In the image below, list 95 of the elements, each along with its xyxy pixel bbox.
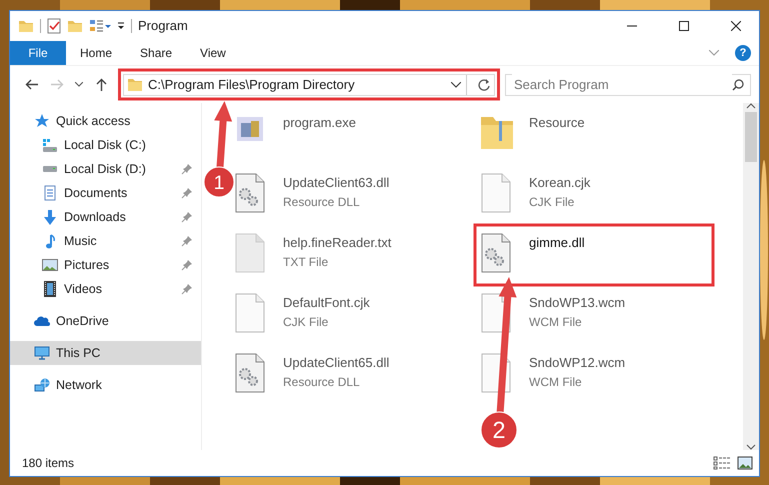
file-name: SndoWP13.wcm bbox=[529, 294, 626, 312]
sidebar-item[interactable]: Downloads bbox=[10, 205, 201, 229]
pin-icon bbox=[181, 187, 193, 199]
details-view-icon[interactable] bbox=[713, 456, 731, 470]
properties-icon[interactable] bbox=[89, 18, 111, 34]
minimize-icon bbox=[627, 25, 637, 27]
help-button[interactable]: ? bbox=[735, 45, 751, 61]
chevron-icon[interactable] bbox=[709, 50, 719, 56]
sidebar-item[interactable]: Documents bbox=[10, 181, 201, 205]
file-name: SndoWP12.wcm bbox=[529, 354, 626, 372]
step-number: 1 bbox=[214, 172, 224, 194]
maximize-icon bbox=[679, 21, 689, 31]
step-marker bbox=[204, 166, 234, 198]
file-name: Korean.cjk bbox=[529, 174, 590, 192]
sidebar-item[interactable]: This PC bbox=[10, 341, 201, 365]
file-icon bbox=[233, 233, 267, 273]
network-icon bbox=[34, 378, 50, 392]
file-name: help.fineReader.txt bbox=[283, 234, 392, 252]
file-icon bbox=[233, 293, 267, 333]
pin-icon bbox=[181, 283, 193, 295]
forward-arrow-icon bbox=[50, 79, 64, 90]
file-type: CJK File bbox=[529, 194, 576, 210]
sidebar-item[interactable]: Pictures bbox=[10, 253, 201, 277]
file-item[interactable]: program.exe bbox=[233, 109, 479, 157]
file-name: Resource bbox=[529, 114, 585, 132]
checklist-icon[interactable] bbox=[47, 18, 61, 34]
pin-icon bbox=[181, 211, 193, 223]
file-type: Resource DLL bbox=[283, 374, 361, 390]
file-item[interactable]: Resource bbox=[479, 109, 725, 157]
film-icon bbox=[44, 281, 56, 297]
gear-file-icon bbox=[233, 353, 267, 393]
file-item[interactable]: help.fineReader.txt TXT File bbox=[233, 229, 479, 277]
scrollbar-thumb[interactable] bbox=[745, 112, 757, 162]
sidebar-item[interactable]: Local Disk (C:) bbox=[10, 133, 201, 157]
pin-icon bbox=[181, 163, 193, 175]
picture-icon bbox=[42, 259, 58, 271]
file-item[interactable]: UpdateClient63.dll Resource DLL bbox=[233, 169, 479, 217]
file-item[interactable]: gimme.dll bbox=[479, 229, 725, 277]
scroll-up-icon bbox=[746, 103, 756, 109]
large-icons-view-icon[interactable] bbox=[737, 456, 753, 470]
file-name: DefaultFont.cjk bbox=[283, 294, 370, 312]
address-path: C:\Program Files\Program Directory bbox=[148, 76, 355, 94]
file-name: UpdateClient63.dll bbox=[283, 174, 390, 192]
file-item[interactable]: UpdateClient65.dll Resource DLL bbox=[233, 349, 479, 397]
search-field[interactable]: Search Program bbox=[505, 74, 751, 96]
scrollbar[interactable] bbox=[743, 103, 759, 450]
monitor-icon bbox=[34, 346, 50, 360]
document-icon bbox=[44, 185, 56, 201]
folder-icon bbox=[127, 78, 143, 92]
window-title: Program bbox=[138, 17, 188, 36]
step-number: 2 bbox=[492, 417, 506, 444]
step-marker bbox=[480, 412, 518, 448]
file-type: TXT File bbox=[283, 254, 330, 270]
file-icon bbox=[479, 173, 513, 213]
up-arrow-icon bbox=[96, 78, 106, 91]
pin-icon bbox=[181, 259, 193, 271]
dropdown-icon[interactable] bbox=[451, 82, 461, 88]
address-bar[interactable]: C:\Program Files\Program Directory bbox=[123, 74, 495, 96]
scroll-down-icon bbox=[746, 444, 756, 450]
file-item[interactable]: DefaultFont.cjk CJK File bbox=[233, 289, 479, 337]
file-name: UpdateClient65.dll bbox=[283, 354, 390, 372]
file-item[interactable]: Korean.cjk CJK File bbox=[479, 169, 725, 217]
ribbon-tab[interactable]: View bbox=[186, 41, 240, 65]
drive-icon bbox=[42, 138, 58, 152]
music-note-icon bbox=[45, 234, 55, 248]
file-type: WCM File bbox=[529, 314, 583, 330]
cloud-icon bbox=[34, 316, 50, 326]
gear-file-icon bbox=[479, 233, 513, 273]
sidebar-item[interactable]: OneDrive bbox=[10, 309, 201, 333]
refresh-icon bbox=[476, 78, 490, 91]
drive-icon bbox=[42, 166, 58, 172]
sidebar-item[interactable]: Quick access bbox=[10, 109, 201, 133]
file-menu-button[interactable]: File bbox=[10, 41, 66, 65]
caret-icon[interactable] bbox=[117, 22, 125, 30]
gear-file-icon bbox=[233, 173, 267, 213]
down-arrow-icon bbox=[43, 210, 57, 224]
sidebar-item[interactable]: Network bbox=[10, 373, 201, 397]
file-name: program.exe bbox=[283, 114, 356, 132]
arrow bbox=[214, 101, 232, 170]
sidebar-item[interactable]: Music bbox=[10, 229, 201, 253]
search-icon bbox=[732, 78, 744, 90]
star-icon bbox=[34, 113, 50, 129]
ribbon-tab[interactable]: Share bbox=[126, 41, 186, 65]
file-type: WCM File bbox=[529, 374, 583, 390]
caret-icon bbox=[75, 82, 83, 87]
ribbon-tab[interactable]: Home bbox=[66, 41, 126, 65]
item-count: 180 items bbox=[22, 455, 74, 472]
close-icon bbox=[731, 21, 741, 31]
pin-icon bbox=[181, 235, 193, 247]
back-arrow-icon bbox=[24, 79, 38, 90]
file-name: gimme.dll bbox=[529, 234, 585, 252]
sidebar-item[interactable]: Local Disk (D:) bbox=[10, 157, 201, 181]
sidebar-item[interactable]: Videos bbox=[10, 277, 201, 301]
file-type: Resource DLL bbox=[283, 194, 361, 210]
file-type: CJK File bbox=[283, 314, 330, 330]
